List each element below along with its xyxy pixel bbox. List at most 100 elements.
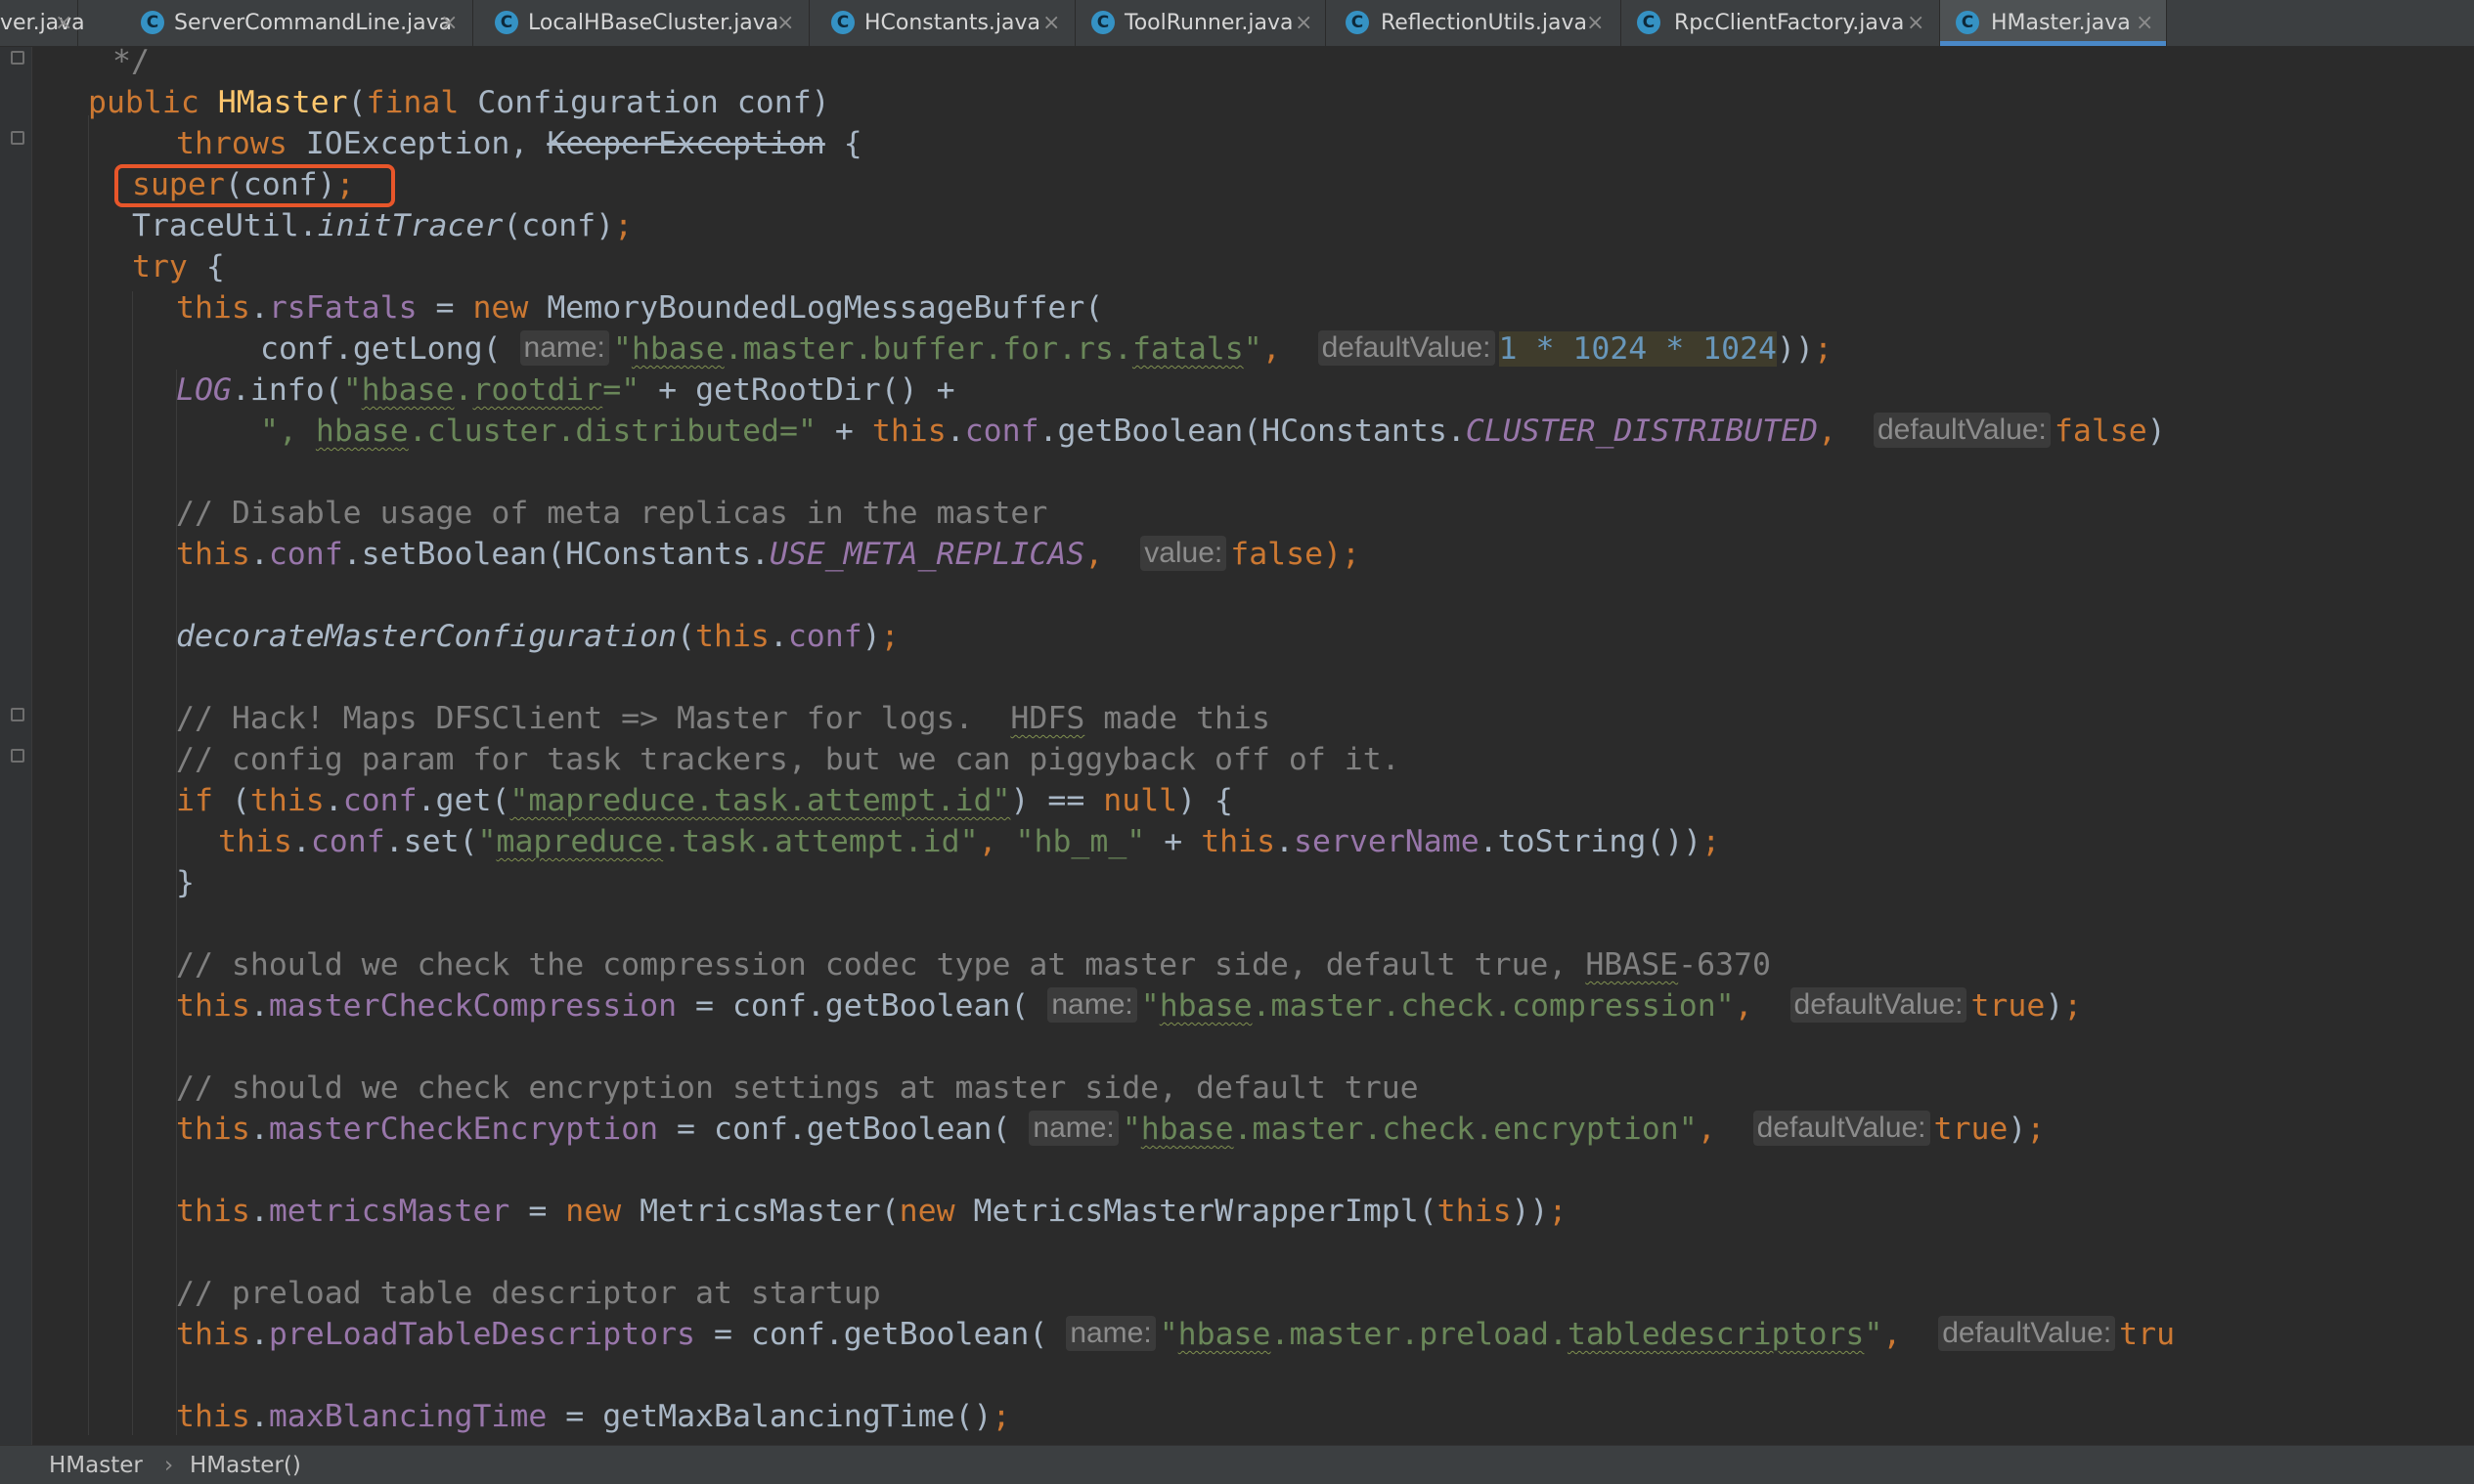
tab-server-java[interactable]: ver.java ×	[0, 0, 85, 46]
code-token: .set(	[384, 824, 478, 859]
code-token: .getBoolean(HConstants.	[1038, 414, 1466, 449]
code-token: "	[1122, 1112, 1141, 1147]
code-token: ;	[2063, 988, 2083, 1024]
keyword-token: this	[218, 824, 292, 859]
tab-label: ToolRunner.java	[1125, 11, 1294, 35]
keyword-token: this	[1201, 824, 1276, 859]
keyword-token: this	[1436, 1194, 1512, 1229]
java-class-icon: C	[831, 11, 855, 34]
close-icon[interactable]: ×	[55, 0, 72, 46]
code-line: // Hack! Maps DFSClient => Master for lo…	[176, 698, 1270, 739]
tab-label: RpcClientFactory.java	[1674, 11, 1905, 35]
code-token: .	[454, 372, 473, 408]
code-line: this.conf.set("mapreduce.task.attempt.id…	[218, 821, 1720, 862]
code-token: hbase	[315, 414, 409, 449]
java-class-icon: C	[1637, 11, 1660, 34]
code-line: try {	[132, 246, 225, 287]
close-icon[interactable]: ×	[440, 0, 458, 46]
tab-reflectionutils-java[interactable]: C ReflectionUtils.java ×	[1326, 0, 1621, 46]
code-line: this.maxBlancingTime = getMaxBalancingTi…	[176, 1396, 1010, 1437]
close-icon[interactable]: ×	[2136, 0, 2153, 46]
tab-label: HConstants.java	[864, 11, 1040, 35]
field-token: masterCheckEncryption	[268, 1112, 659, 1147]
code-token: ,	[1697, 1112, 1753, 1147]
code-token: mapreduce	[496, 824, 664, 859]
fold-marker-icon[interactable]	[11, 131, 24, 145]
code-token: TraceUtil.	[132, 208, 318, 243]
code-token: = conf.getBoolean(	[677, 988, 1048, 1024]
keyword-token: true	[1933, 1112, 2009, 1147]
code-token: ) ==	[1010, 783, 1104, 818]
code-token: = conf.getBoolean(	[658, 1112, 1030, 1147]
code-token: (	[212, 783, 250, 818]
comment-token: */	[112, 47, 150, 79]
close-icon[interactable]: ×	[1042, 0, 1060, 46]
java-class-icon: C	[1346, 11, 1369, 34]
code-token: hbase	[1159, 988, 1253, 1024]
tab-hconstants-java[interactable]: C HConstants.java ×	[810, 0, 1076, 46]
code-token: .	[946, 414, 965, 449]
code-token: .info(	[231, 372, 343, 408]
code-token: =	[417, 290, 473, 326]
code-token: "	[1243, 331, 1262, 367]
code-token: (conf)	[224, 167, 336, 202]
comment-token: // should we check encryption settings a…	[176, 1070, 1419, 1106]
code-token: {	[187, 249, 225, 284]
keyword-token: null	[1103, 783, 1178, 818]
code-token: ="	[602, 372, 641, 408]
tab-toolrunner-java[interactable]: C ToolRunner.java ×	[1076, 0, 1326, 46]
code-token: "hb_m_"	[1015, 824, 1146, 859]
field-token: rsFatals	[268, 290, 418, 326]
code-token: .master.preload.	[1270, 1317, 1568, 1352]
code-token: .cluster.distributed="	[408, 414, 817, 449]
tab-localhbasecluster-java[interactable]: C LocalHBaseCluster.java ×	[473, 0, 810, 46]
close-icon[interactable]: ×	[1907, 0, 1924, 46]
close-icon[interactable]: ×	[776, 0, 794, 46]
tab-hmaster-java[interactable]: C HMaster.java ×	[1940, 0, 2167, 46]
code-line: }	[176, 862, 195, 903]
code-token: .	[249, 988, 269, 1024]
code-token: ;	[1548, 1194, 1568, 1229]
code-token: ;	[1701, 824, 1721, 859]
code-token: + getRootDir() +	[640, 372, 955, 408]
parameter-hint: name:	[1029, 1111, 1119, 1146]
code-token: rootdir	[472, 372, 603, 408]
tab-label: ReflectionUtils.java	[1381, 11, 1587, 35]
code-token: ))	[1511, 1194, 1549, 1229]
comment-token: -6370	[1678, 947, 1771, 982]
keyword-token: this	[176, 1112, 250, 1147]
code-token: .toString())	[1479, 824, 1702, 859]
fold-marker-icon[interactable]	[11, 51, 24, 65]
number-literal: 1 * 1024 * 1024	[1498, 331, 1778, 367]
code-line: decorateMasterConfiguration(this.conf);	[176, 616, 900, 657]
code-editor[interactable]: */ public HMaster(final Configuration co…	[0, 47, 2474, 1445]
parameter-hint: defaultValue:	[1873, 413, 2051, 448]
code-line: this.preLoadTableDescriptors = conf.getB…	[176, 1314, 2175, 1355]
keyword-token: this	[695, 619, 770, 654]
keyword-token: new	[472, 290, 529, 326]
keyword-token: tru	[2119, 1317, 2176, 1352]
code-token: );	[1323, 537, 1361, 572]
code-token: .	[249, 1112, 269, 1147]
parameter-hint: name:	[1047, 987, 1137, 1023]
code-line: conf.getLong( name: "hbase.master.buffer.…	[260, 328, 1833, 370]
code-token: .	[249, 1317, 269, 1352]
field-token: serverName	[1294, 824, 1480, 859]
code-token: .	[249, 537, 269, 572]
static-method-token: initTracer	[317, 208, 504, 243]
breadcrumb-class[interactable]: HMaster	[49, 1446, 143, 1484]
keyword-token: if	[176, 783, 213, 818]
keyword-token: try	[132, 249, 188, 284]
fold-marker-icon[interactable]	[11, 708, 24, 721]
fold-marker-icon[interactable]	[11, 749, 24, 763]
field-token: metricsMaster	[268, 1194, 510, 1229]
close-icon[interactable]: ×	[1295, 0, 1312, 46]
close-icon[interactable]: ×	[1586, 0, 1604, 46]
keyword-token: super	[132, 167, 225, 202]
code-line: LOG.info("hbase.rootdir=" + getRootDir()…	[176, 370, 955, 411]
tab-servercommandline-java[interactable]: C ServerCommandLine.java ×	[78, 0, 473, 46]
tab-label: LocalHBaseCluster.java	[528, 11, 779, 35]
tab-rpcclientfactory-java[interactable]: C RpcClientFactory.java ×	[1621, 0, 1940, 46]
breadcrumb-method[interactable]: HMaster()	[190, 1446, 301, 1484]
code-token: Configuration conf)	[459, 85, 830, 120]
